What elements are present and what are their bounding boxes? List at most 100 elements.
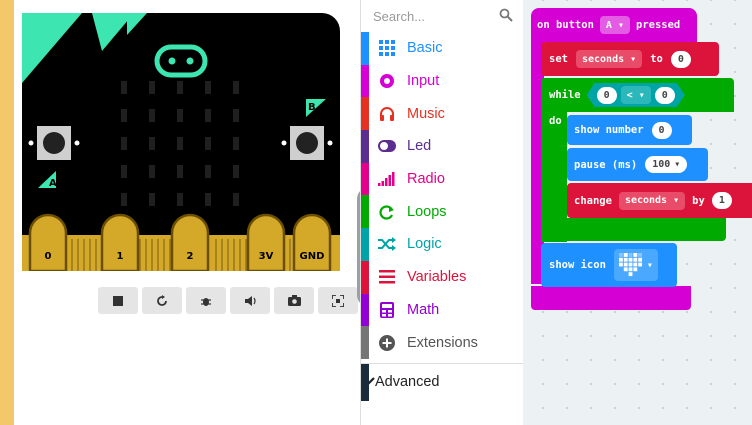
while-loop-block[interactable]: while 0 < ▾ 0 <box>541 78 734 112</box>
right-operand-input[interactable]: 0 <box>655 87 675 104</box>
category-label: Music <box>407 105 445 122</box>
debug-button[interactable] <box>186 287 226 314</box>
block-label: by <box>692 194 705 207</box>
headphones-icon <box>377 104 397 124</box>
simulator-panel: A B 0 1 2 3V GND <box>14 0 375 425</box>
pause-value-dropdown[interactable]: 100 ▾ <box>645 156 688 173</box>
mute-icon <box>244 295 256 306</box>
block-label: show icon <box>549 259 606 271</box>
category-label: Extensions <box>407 334 478 351</box>
heart-icon <box>618 253 642 277</box>
comparison-block[interactable]: 0 < ▾ 0 <box>587 83 685 107</box>
blocks-workspace[interactable]: on button A ▾ pressed set seconds ▾ to 0… <box>523 0 752 425</box>
button-a-label: A <box>49 178 57 189</box>
button-dropdown[interactable]: A ▾ <box>599 16 630 34</box>
pin-0-label: 0 <box>45 251 52 262</box>
restart-button[interactable] <box>142 287 182 314</box>
category-loops[interactable]: Loops <box>361 195 524 229</box>
category-color-bar <box>361 97 369 131</box>
category-label: Advanced <box>375 374 440 391</box>
left-operand-input[interactable]: 0 <box>597 87 617 104</box>
icon-dropdown[interactable]: ▾ <box>613 249 658 281</box>
search-icon[interactable] <box>499 8 513 22</box>
show-icon-block[interactable]: show icon ▾ <box>541 243 677 287</box>
do-label: do <box>549 115 562 127</box>
debug-icon <box>201 297 211 306</box>
search-input[interactable]: Search... <box>373 9 425 24</box>
block-label: pause (ms) <box>574 158 638 171</box>
category-color-bar <box>361 162 369 196</box>
category-label: Variables <box>407 269 467 286</box>
on-button-pressed-block[interactable]: on button A ▾ pressed <box>531 8 697 42</box>
caret-down-icon: ▾ <box>617 19 624 31</box>
category-color-bar <box>361 326 369 359</box>
variable-dropdown[interactable]: seconds ▾ <box>575 50 643 68</box>
while-block-footer <box>541 218 726 241</box>
microbit-board[interactable]: A B 0 1 2 3V GND <box>22 13 340 271</box>
fullscreen-icon <box>332 294 344 307</box>
fullscreen-button[interactable] <box>318 287 358 314</box>
category-color-bar <box>361 363 369 401</box>
block-label: on button <box>537 19 594 31</box>
category-color-bar <box>361 195 369 229</box>
dropdown-value: < <box>626 89 633 101</box>
on-button-block-footer <box>531 286 691 310</box>
category-label: Loops <box>407 203 447 220</box>
block-label: set <box>549 53 568 65</box>
variable-dropdown[interactable]: seconds ▾ <box>618 191 686 210</box>
dropdown-value: A <box>605 19 612 31</box>
shuffle-icon <box>377 234 397 254</box>
calculator-icon <box>377 300 397 320</box>
toggle-icon <box>377 136 397 156</box>
category-extensions[interactable]: Extensions <box>361 326 524 359</box>
category-radio[interactable]: Radio <box>361 162 524 196</box>
category-input[interactable]: Input <box>361 64 524 98</box>
caret-down-icon: ▾ <box>673 195 680 206</box>
category-label: Radio <box>407 171 445 188</box>
value-input[interactable]: 1 <box>711 192 732 209</box>
category-label: Input <box>407 73 440 90</box>
category-color-bar <box>361 228 369 261</box>
left-edge-strip <box>0 0 14 425</box>
category-color-bar <box>361 32 369 65</box>
block-label: show number <box>574 124 644 136</box>
category-advanced[interactable]: Advanced <box>361 362 524 401</box>
dropdown-value: seconds <box>581 53 625 65</box>
category-basic[interactable]: Basic <box>361 32 524 65</box>
number-input[interactable]: 0 <box>651 121 672 139</box>
stop-icon <box>113 295 123 306</box>
category-music[interactable]: Music <box>361 97 524 131</box>
caret-down-icon: ▾ <box>646 259 653 271</box>
category-math[interactable]: Math <box>361 293 524 327</box>
show-number-block[interactable]: show number 0 <box>567 115 692 145</box>
category-label: Basic <box>407 40 443 57</box>
pin-2-label: 2 <box>187 251 194 262</box>
caret-down-icon: ▾ <box>638 89 645 101</box>
search-bar[interactable]: Search... <box>361 0 524 32</box>
category-led[interactable]: Led <box>361 130 524 163</box>
dropdown-value: 100 <box>652 159 671 170</box>
screenshot-icon <box>287 295 301 306</box>
stop-button[interactable] <box>98 287 138 314</box>
category-label: Logic <box>407 236 442 253</box>
dropdown-value: seconds <box>624 195 668 206</box>
screenshot-button[interactable] <box>274 287 314 314</box>
block-label: change <box>574 194 612 207</box>
pin-3v-label: 3V <box>259 251 274 262</box>
category-color-bar <box>361 293 369 327</box>
category-variables[interactable]: Variables <box>361 260 524 294</box>
category-label: Led <box>407 138 432 155</box>
loop-icon <box>377 202 397 222</box>
lines-icon <box>377 267 397 287</box>
simulator-toolbar <box>98 287 358 314</box>
change-variable-block[interactable]: change seconds ▾ by 1 <box>567 183 752 218</box>
category-label: Math <box>407 301 440 318</box>
block-label: pressed <box>636 19 681 31</box>
set-variable-block[interactable]: set seconds ▾ to 0 <box>541 42 719 76</box>
category-logic[interactable]: Logic <box>361 228 524 261</box>
mute-button[interactable] <box>230 287 270 314</box>
plus-circle-icon <box>377 333 397 353</box>
value-input[interactable]: 0 <box>670 50 691 68</box>
pause-block[interactable]: pause (ms) 100 ▾ <box>567 148 708 181</box>
operator-dropdown[interactable]: < ▾ <box>621 86 651 104</box>
